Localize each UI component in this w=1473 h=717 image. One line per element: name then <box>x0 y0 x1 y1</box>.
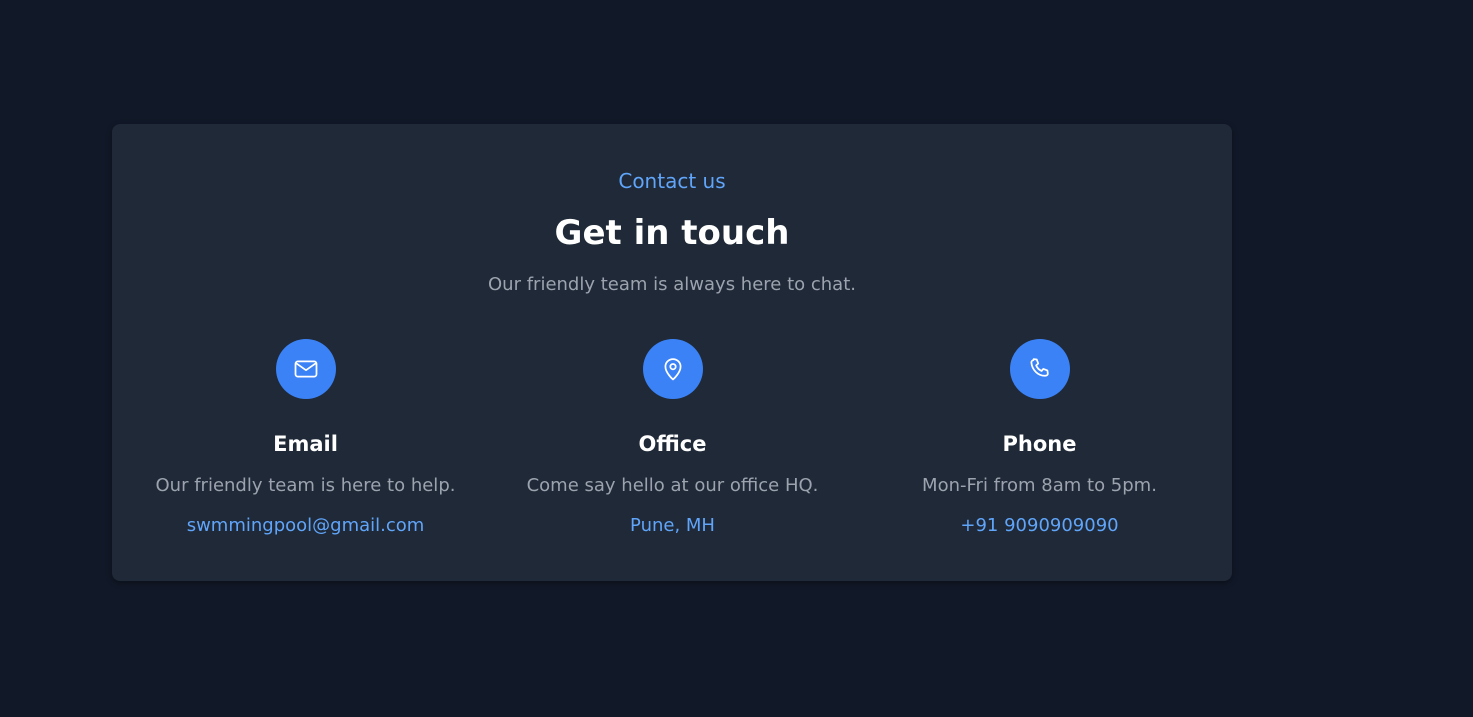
section-subtitle: Our friendly team is always here to chat… <box>488 274 856 295</box>
office-link[interactable]: Pune, MH <box>630 514 715 538</box>
contact-email: Email Our friendly team is here to help.… <box>122 339 489 538</box>
contact-phone-title: Phone <box>1002 432 1077 456</box>
section-eyebrow: Contact us <box>618 169 726 193</box>
email-link[interactable]: swmmingpool@gmail.com <box>187 514 425 538</box>
map-pin-icon <box>642 339 703 399</box>
phone-link[interactable]: +91 9090909090 <box>960 514 1118 538</box>
contact-office-title: Office <box>638 432 707 456</box>
section-title: Get in touch <box>554 213 790 253</box>
contact-email-description: Our friendly team is here to help. <box>155 475 456 496</box>
contact-phone: Phone Mon-Fri from 8am to 5pm. +91 90909… <box>856 339 1223 538</box>
mail-icon <box>275 339 336 399</box>
contact-office-description: Come say hello at our office HQ. <box>526 475 819 496</box>
contact-office: Office Come say hello at our office HQ. … <box>489 339 856 538</box>
contact-phone-description: Mon-Fri from 8am to 5pm. <box>922 475 1157 496</box>
contact-email-title: Email <box>273 432 338 456</box>
contact-card: Contact us Get in touch Our friendly tea… <box>112 124 1232 581</box>
phone-icon <box>1009 339 1070 399</box>
